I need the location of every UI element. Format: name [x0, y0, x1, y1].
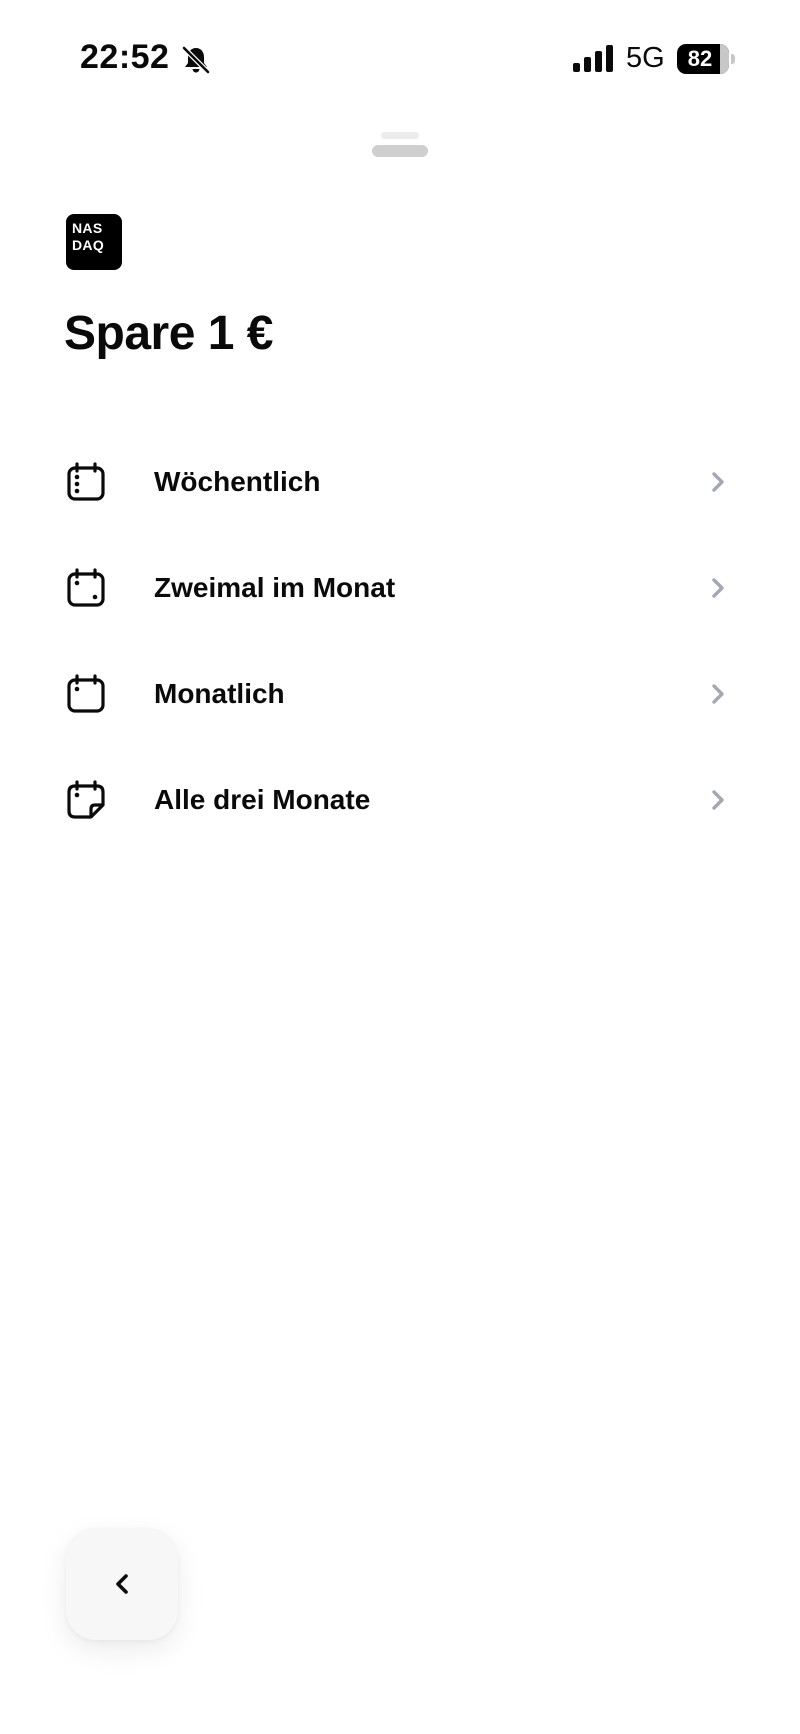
battery-icon: 82	[677, 44, 735, 74]
status-time: 22:52	[80, 38, 170, 76]
battery-level: 82	[687, 46, 713, 71]
calendar-quarterly-icon	[67, 780, 105, 819]
status-bar: 22:52 5G 82	[0, 0, 800, 120]
chevron-right-icon	[712, 472, 724, 492]
option-quarterly[interactable]: Alle drei Monate	[0, 748, 800, 854]
calendar-twice-monthly-icon	[67, 568, 105, 607]
chevron-right-icon	[712, 684, 724, 704]
sheet-handle-shadow	[381, 132, 419, 139]
logo-line-2: DAQ	[72, 237, 105, 253]
calendar-monthly-icon	[67, 674, 105, 713]
logo-line-1: NAS	[72, 220, 103, 236]
chevron-right-icon	[712, 578, 724, 598]
option-weekly[interactable]: Wöchentlich	[0, 430, 800, 536]
option-monthly[interactable]: Monatlich	[0, 642, 800, 748]
option-weekly-label: Wöchentlich	[154, 466, 321, 497]
cellular-signal-icon	[573, 45, 613, 72]
calendar-weekly-icon	[67, 462, 105, 501]
chevron-left-icon	[116, 1574, 128, 1594]
bell-slash-icon	[181, 45, 211, 75]
page-title: Spare 1 €	[64, 307, 273, 360]
frequency-options-list: Wöchentlich Zweimal im Monat Monatlich A…	[0, 430, 800, 854]
option-monthly-label: Monatlich	[154, 678, 285, 709]
option-twice-monthly-label: Zweimal im Monat	[154, 572, 396, 603]
network-label: 5G	[626, 42, 665, 74]
option-twice-monthly[interactable]: Zweimal im Monat	[0, 536, 800, 642]
nasdaq-logo: NAS DAQ	[66, 214, 122, 270]
sheet-handle[interactable]	[372, 145, 428, 157]
back-button[interactable]	[66, 1528, 178, 1640]
chevron-right-icon	[712, 790, 724, 810]
option-quarterly-label: Alle drei Monate	[154, 784, 371, 815]
